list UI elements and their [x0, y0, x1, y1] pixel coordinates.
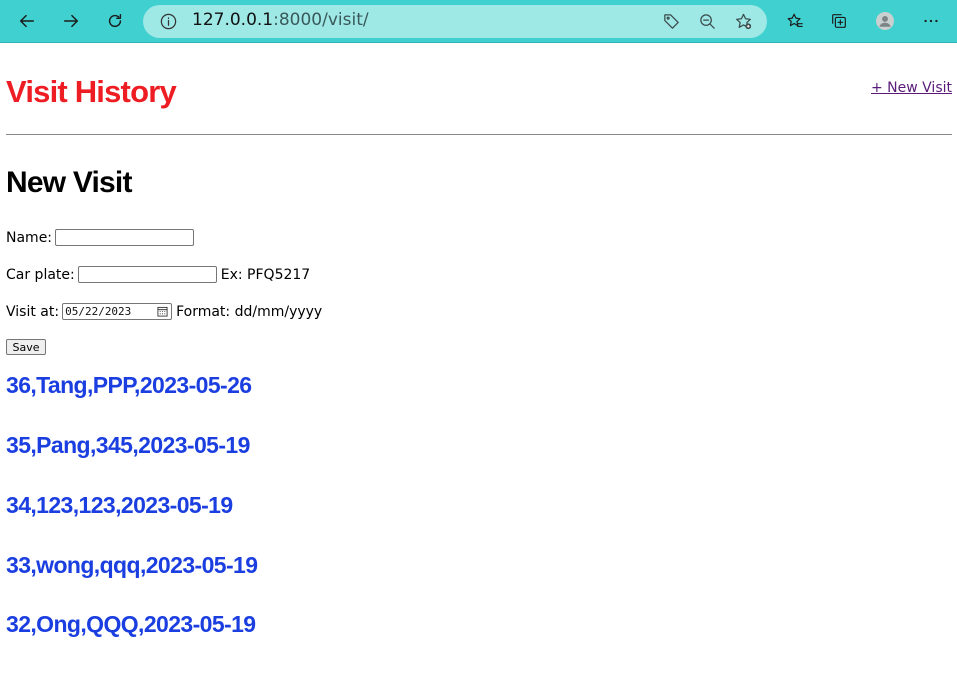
- visit-date-hint: Format: dd/mm/yyyy: [176, 303, 323, 320]
- visit-link[interactable]: 34,123,123,2023-05-19: [6, 492, 233, 519]
- back-icon[interactable]: [12, 6, 42, 36]
- visit-at-label: Visit at:: [6, 303, 60, 320]
- zoom-out-icon[interactable]: [698, 12, 717, 31]
- add-favorite-icon[interactable]: [734, 12, 753, 31]
- favorites-icon[interactable]: [780, 6, 810, 36]
- plate-row: Car plate: Ex: PFQ5217: [6, 266, 310, 283]
- forward-icon[interactable]: [56, 6, 86, 36]
- refresh-icon[interactable]: [100, 6, 130, 36]
- visit-link[interactable]: 32,Ong,QQQ,2023-05-19: [6, 611, 256, 638]
- car-plate-input[interactable]: [77, 266, 217, 283]
- visit-date-value: 05/22/2023: [65, 305, 132, 318]
- visit-date-input[interactable]: 05/22/2023: [62, 303, 173, 320]
- new-visit-link[interactable]: + New Visit: [871, 80, 952, 96]
- name-input[interactable]: [55, 229, 195, 246]
- name-label: Name:: [6, 229, 53, 246]
- site-title: Visit History: [6, 74, 177, 109]
- visit-at-row: Visit at: 05/22/2023 Format: dd/mm/yyyy: [6, 303, 322, 320]
- visit-link[interactable]: 36,Tang,PPP,2023-05-26: [6, 372, 252, 399]
- url-path: :8000/visit/: [273, 10, 369, 30]
- info-icon[interactable]: [159, 12, 178, 31]
- calendar-icon[interactable]: [157, 306, 168, 317]
- more-icon[interactable]: [916, 6, 946, 36]
- url-host: 127.0.0.1: [192, 10, 274, 30]
- name-row: Name:: [6, 229, 195, 246]
- profile-icon[interactable]: [870, 6, 900, 36]
- url-text[interactable]: 127.0.0.1:8000/visit/: [192, 10, 369, 30]
- plate-hint: Ex: PFQ5217: [220, 266, 311, 283]
- visit-link[interactable]: 33,wong,qqq,2023-05-19: [6, 552, 258, 579]
- divider: [6, 134, 952, 135]
- save-button[interactable]: Save: [6, 339, 46, 355]
- visit-link[interactable]: 35,Pang,345,2023-05-19: [6, 432, 250, 459]
- form-title: New Visit: [6, 166, 132, 199]
- browser-toolbar: 127.0.0.1:8000/visit/: [0, 0, 957, 43]
- collections-icon[interactable]: [824, 6, 854, 36]
- address-bar[interactable]: 127.0.0.1:8000/visit/: [143, 5, 767, 38]
- tag-icon[interactable]: [662, 12, 681, 31]
- plate-label: Car plate:: [6, 266, 75, 283]
